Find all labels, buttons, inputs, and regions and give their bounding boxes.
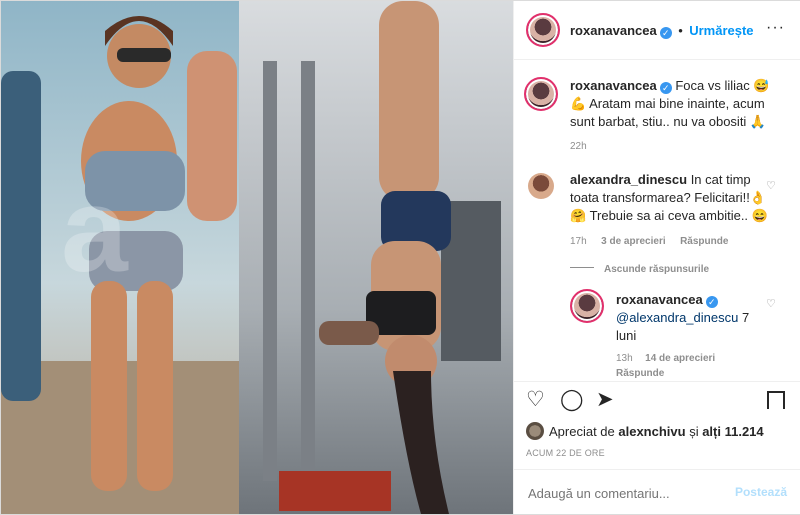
post-header: roxanavancea ✓ • Urmărește ··· [514,1,800,60]
comment-meta: 17h 3 de aprecieri Răspunde [570,231,728,249]
post-comment-button[interactable]: Postează [735,485,787,499]
verified-badge-icon: ✓ [705,296,718,308]
instagram-post: a roxanavancea ✓ • Urmărește ··· roxanava… [0,0,800,515]
caption-time: 22h [570,141,587,152]
reply-like-icon[interactable]: ♡ [766,297,776,310]
likes-line: Apreciat de alexnchivu și alți 11.214 [526,422,764,440]
photo-collage: a [1,1,513,514]
post-side-panel: roxanavancea ✓ • Urmărește ··· roxanavanc… [513,1,800,514]
action-bar: ♡ ◯ ➤ Apreciat de alexnchivu și alți 11.… [514,381,800,472]
follow-button[interactable]: Urmărește [689,23,753,38]
verified-badge-icon: ✓ [659,27,672,39]
reply-time: 13h [616,353,633,364]
comment-time: 17h [570,236,587,247]
likes-user[interactable]: alexnchivu [618,424,685,439]
commenter-avatar[interactable] [528,173,554,199]
liker-avatar[interactable] [526,422,544,440]
reply-body: roxanavancea ✓ @alexandra_dinescu 7 luni [616,291,756,345]
comment-body: alexandra_dinescu In cat timp toata tran… [570,171,770,225]
svg-text:a: a [61,163,129,297]
add-comment-bar: Postează [514,469,800,515]
hide-replies-toggle[interactable]: Ascunde răspunsurile [570,259,709,277]
likes-middle: și [685,424,703,439]
caption-body: roxanavancea ✓ Foca vs liliac 😅💪 Aratam m… [570,77,780,131]
comment-input[interactable] [526,480,730,506]
comment-username[interactable]: alexandra_dinescu [570,172,687,187]
likes-prefix: Apreciat de [549,424,619,439]
more-icon[interactable]: ··· [766,19,785,37]
reply-likes[interactable]: 14 de aprecieri [645,353,715,364]
replies-divider [570,267,594,269]
reply-reply-button[interactable]: Răspunde [616,368,664,379]
reply-mention[interactable]: @alexandra_dinescu [616,310,738,325]
header-meta: roxanavancea ✓ • Urmărește [570,22,754,40]
comment-icon[interactable]: ◯ [560,387,584,412]
author-username[interactable]: roxanavancea [570,23,657,38]
comment-reply-button[interactable]: Răspunde [680,236,728,247]
author-avatar[interactable] [526,13,560,47]
caption-avatar[interactable] [524,77,558,111]
comment-likes[interactable]: 3 de aprecieri [601,236,665,247]
post-timestamp[interactable]: ACUM 22 DE ORE [526,448,605,458]
hide-replies-label: Ascunde răspunsurile [604,264,710,275]
share-icon[interactable]: ➤ [596,387,614,412]
bookmark-icon[interactable] [767,391,785,409]
caption-username[interactable]: roxanavancea [570,78,657,93]
reply-avatar[interactable] [570,289,604,323]
reply-meta: 13h 14 de aprecieri Răspunde [616,350,766,380]
dot-separator: • [678,23,683,38]
likes-others[interactable]: alți 11.214 [702,424,763,439]
reply-username[interactable]: roxanavancea [616,292,703,307]
heart-icon[interactable]: ♡ [526,387,545,412]
post-image[interactable]: a [1,1,513,514]
verified-badge-icon: ✓ [659,82,672,94]
comment-like-icon[interactable]: ♡ [766,179,776,192]
